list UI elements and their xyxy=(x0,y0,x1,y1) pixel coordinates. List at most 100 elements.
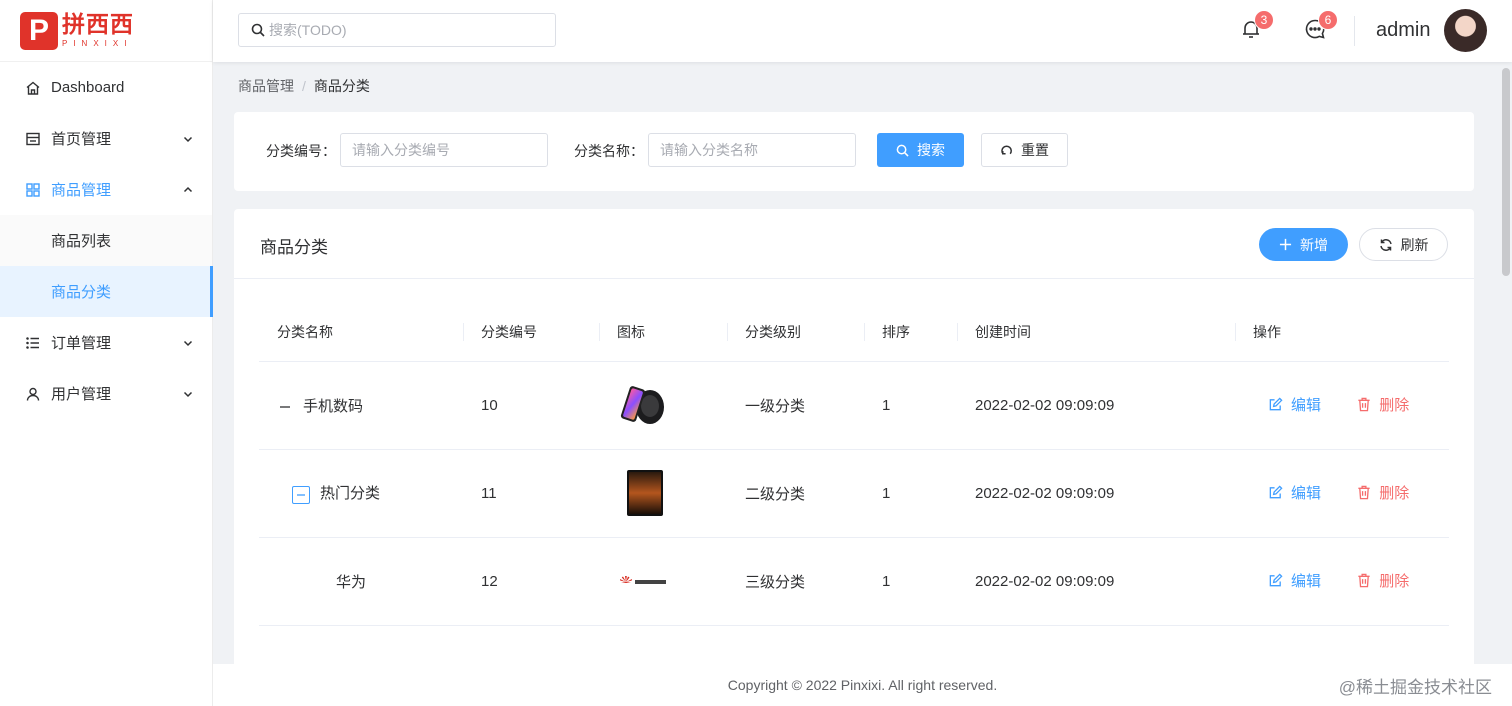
category-code: 10 xyxy=(463,361,599,450)
reset-icon xyxy=(1001,144,1012,154)
column-header[interactable]: 排序 xyxy=(864,303,957,362)
chevron-down-icon xyxy=(183,340,193,346)
reset-button[interactable]: 重置 xyxy=(981,133,1068,167)
column-header[interactable]: 操作 xyxy=(1235,303,1449,362)
chevron-down-icon xyxy=(183,136,193,142)
list-icon xyxy=(24,334,42,352)
sidebar-item-label: 商品列表 xyxy=(51,233,112,250)
table-header-row: 分类名称 分类编号 图标 分类级别 排序 创建时间 操作 xyxy=(259,303,1449,362)
sidebar-item-label: 用户管理 xyxy=(51,386,112,403)
chevron-down-icon xyxy=(183,391,193,397)
card-title: 商品分类 xyxy=(260,238,328,257)
storefront-icon xyxy=(24,130,42,148)
sidebar-item-product-list[interactable]: 商品列表 xyxy=(0,215,212,266)
delete-button[interactable]: 删除 xyxy=(1357,394,1409,415)
username[interactable]: admin xyxy=(1376,19,1430,42)
sidebar: P 拼西西 PINXIXI Dashboard 首页管理 商品管理 商品列表 商… xyxy=(0,0,213,706)
plus-icon xyxy=(1279,238,1292,251)
messages-button[interactable]: 6 xyxy=(1303,10,1338,43)
message-badge: 6 xyxy=(1318,10,1338,30)
home-icon xyxy=(24,79,42,97)
table-row: 华为 12 三级分类 1 2022-02-02 09:09:09 编辑 删除 xyxy=(259,537,1449,626)
created-time: 2022-02-02 09:09:09 xyxy=(957,449,1235,538)
breadcrumb-separator: / xyxy=(302,78,306,94)
column-header[interactable]: 分类编号 xyxy=(463,303,599,362)
search-input[interactable] xyxy=(269,22,539,38)
edit-button[interactable]: 编辑 xyxy=(1268,394,1321,415)
page-scrollbar[interactable] xyxy=(1502,68,1510,276)
trash-icon xyxy=(1358,397,1370,412)
category-sort: 1 xyxy=(864,449,957,538)
sidebar-item-order-management[interactable]: 订单管理 xyxy=(0,317,212,368)
category-name: 热门分类 xyxy=(320,485,381,503)
logo-mark: P xyxy=(20,11,58,50)
sidebar-item-label: 首页管理 xyxy=(51,131,112,148)
search-icon xyxy=(896,144,909,157)
column-header[interactable]: 图标 xyxy=(599,303,727,362)
grid-icon xyxy=(24,181,42,199)
category-code-input[interactable] xyxy=(340,133,548,167)
huawei-logo-image xyxy=(620,575,666,584)
header-divider xyxy=(1354,16,1355,46)
notifications-button[interactable]: 3 xyxy=(1239,10,1274,43)
category-name: 手机数码 xyxy=(303,397,364,415)
logo[interactable]: P 拼西西 PINXIXI xyxy=(0,0,212,62)
search-icon xyxy=(251,23,265,37)
global-search[interactable] xyxy=(238,13,556,47)
trash-icon xyxy=(1358,485,1370,500)
delete-button[interactable]: 删除 xyxy=(1357,482,1409,503)
edit-icon xyxy=(1269,397,1283,411)
edit-icon xyxy=(1269,485,1283,499)
edit-icon xyxy=(1269,573,1283,587)
sidebar-item-home-management[interactable]: 首页管理 xyxy=(0,113,212,164)
sidebar-item-dashboard[interactable]: Dashboard xyxy=(0,62,212,113)
search-button[interactable]: 搜索 xyxy=(877,133,964,167)
category-level: 三级分类 xyxy=(727,537,864,626)
category-table-card: 商品分类 新增 刷新 分类名称 分类编号 图标 分类级别 排序 创建时间 操作 xyxy=(234,209,1474,669)
phone-charger-image xyxy=(620,386,664,424)
breadcrumb-current: 商品分类 xyxy=(313,78,370,94)
card-header-divider xyxy=(234,278,1474,279)
edit-button[interactable]: 编辑 xyxy=(1268,570,1321,591)
avatar[interactable] xyxy=(1444,9,1487,52)
column-header[interactable]: 分类级别 xyxy=(727,303,864,362)
column-header[interactable]: 创建时间 xyxy=(957,303,1235,362)
sidebar-item-label: Dashboard xyxy=(51,79,125,96)
sidebar-item-product-management[interactable]: 商品管理 xyxy=(0,164,212,215)
filter-panel: 分类编号： 分类名称： 搜索 重置 xyxy=(234,112,1474,191)
sidebar-item-label: 商品分类 xyxy=(51,284,112,301)
category-level: 二级分类 xyxy=(727,449,864,538)
category-code: 12 xyxy=(463,537,599,626)
notification-badge: 3 xyxy=(1254,10,1274,30)
sidebar-item-user-management[interactable]: 用户管理 xyxy=(0,368,212,419)
code-label: 分类编号： xyxy=(266,143,336,159)
created-time: 2022-02-02 09:09:09 xyxy=(957,537,1235,626)
edit-button[interactable]: 编辑 xyxy=(1268,482,1321,503)
breadcrumb-parent[interactable]: 商品管理 xyxy=(238,78,294,94)
category-sort: 1 xyxy=(864,537,957,626)
table-row: 手机数码 10 一级分类 1 2022-02-02 09:09:09 编辑 删除 xyxy=(259,361,1449,450)
footer: Copyright © 2022 Pinxixi. All right rese… xyxy=(213,664,1512,706)
copyright-text: Copyright © 2022 Pinxixi. All right rese… xyxy=(727,677,998,693)
category-code: 11 xyxy=(463,449,599,538)
add-button[interactable]: 新增 xyxy=(1259,228,1348,261)
refresh-icon xyxy=(1379,238,1392,251)
category-sort: 1 xyxy=(864,361,957,450)
logo-name-cn: 拼西西 xyxy=(62,11,134,38)
table-row: 热门分类 11 二级分类 1 2022-02-02 09:09:09 编辑 删除 xyxy=(259,449,1449,538)
column-header[interactable]: 分类名称 xyxy=(259,303,463,362)
breadcrumb: 商品管理 / 商品分类 xyxy=(238,76,370,96)
name-label: 分类名称： xyxy=(574,143,644,159)
refresh-button[interactable]: 刷新 xyxy=(1359,228,1448,261)
sidebar-item-label: 商品管理 xyxy=(51,182,112,199)
delete-button[interactable]: 删除 xyxy=(1357,570,1409,591)
sidebar-item-product-category[interactable]: 商品分类 xyxy=(0,266,213,317)
collapse-icon[interactable] xyxy=(277,399,293,415)
category-level: 一级分类 xyxy=(727,361,864,450)
smartphone-image xyxy=(627,470,663,516)
category-name-input[interactable] xyxy=(648,133,856,167)
watermark: @稀土掘金技术社区 xyxy=(1338,677,1492,697)
collapse-icon[interactable] xyxy=(292,485,310,504)
top-header: 3 6 admin xyxy=(213,0,1512,62)
logo-name-en: PINXIXI xyxy=(62,38,133,48)
